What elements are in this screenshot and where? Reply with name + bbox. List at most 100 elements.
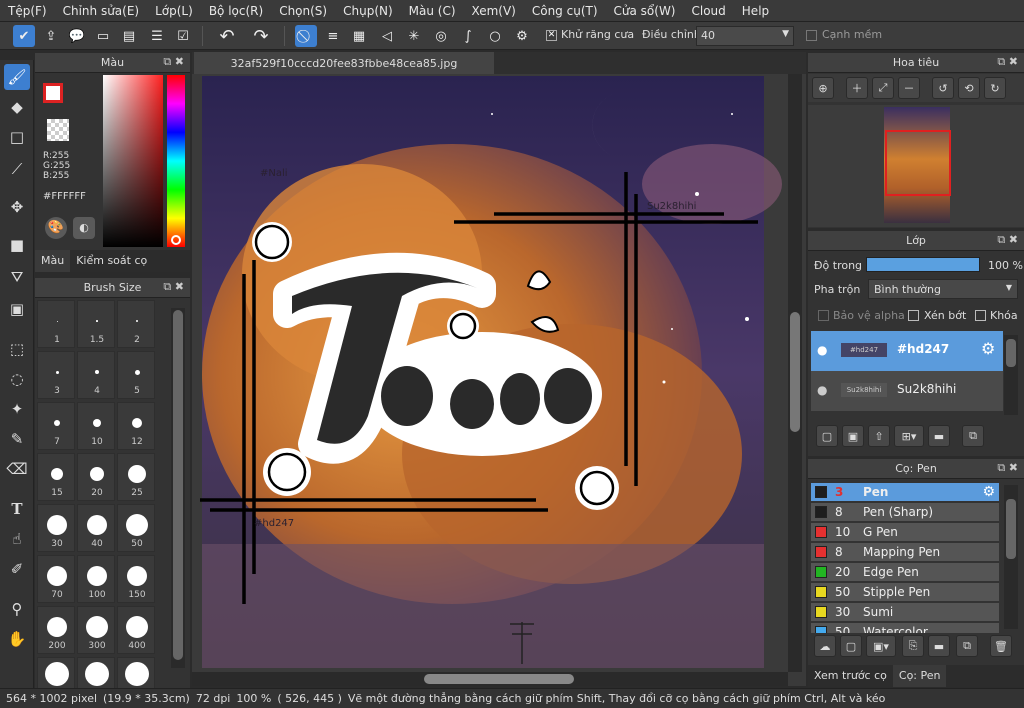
ellipse-icon[interactable]: ○ [484,25,506,47]
undo-icon[interactable]: ↶ [216,25,238,47]
menu-view[interactable]: Xem(V) [464,4,524,18]
duplicate-layer-icon[interactable]: ⧉ [962,425,984,447]
bucket-tool-icon[interactable]: ⛛ [4,264,30,290]
clip-checkbox[interactable] [908,310,919,321]
menu-file[interactable]: Tệp(F) [0,4,55,18]
close-icon[interactable]: ⧉ ✖ [163,280,184,294]
select-eraser-tool-icon[interactable]: ⌫ [4,456,30,482]
line-tool-icon[interactable]: ⟋ [4,156,30,182]
brush-size-cell[interactable]: 20 [77,453,115,501]
tab-brush-preview[interactable]: Xem trước cọ [808,665,893,687]
eyedropper-tool-icon[interactable]: ⚲ [4,596,30,622]
grid-ruler-icon[interactable]: ▦ [348,25,370,47]
navigator-preview[interactable] [808,105,1024,227]
pen-tool-icon[interactable]: ✐ [4,556,30,582]
operation-tool-icon[interactable]: ☝ [4,526,30,552]
brush-size-cell[interactable]: 400 [117,606,155,654]
trash-icon[interactable]: 🗑 [990,635,1012,657]
upload-icon[interactable]: ⇪ [40,25,62,47]
new-brush-icon[interactable]: ▢ [840,635,862,657]
message-icon[interactable]: ▭ [92,25,114,47]
pen-row[interactable]: 50 Watercolor [811,623,999,633]
scroll-thumb[interactable] [173,310,183,660]
brush-size-cell[interactable]: 70 [37,555,75,603]
brush-import-icon[interactable]: ⎘ [902,635,924,657]
brush-size-cell[interactable]: 30 [37,504,75,552]
folder-icon[interactable]: ▬ [928,425,950,447]
document-icon[interactable]: ▤ [118,25,140,47]
hue-slider[interactable] [167,75,185,247]
pen-row[interactable]: 8 Pen (Sharp) [811,503,999,522]
menu-edit[interactable]: Chỉnh sửa(E) [55,4,148,18]
pen-row[interactable]: 20 Edge Pen [811,563,999,582]
tab-color[interactable]: Màu [35,250,71,272]
brush-size-cell[interactable]: 12 [117,402,155,450]
canvas-vscrollbar[interactable] [788,74,802,672]
menu-window[interactable]: Cửa sổ(W) [606,4,684,18]
blend-dropdown[interactable]: Bình thường ▼ [868,279,1018,299]
parallel-ruler-icon[interactable]: ≡ [322,25,344,47]
brush-scrollbar[interactable] [171,308,185,668]
scroll-thumb[interactable] [424,674,574,684]
redo-icon[interactable]: ↷ [250,25,272,47]
canvas-hscrollbar[interactable] [192,672,788,686]
close-icon[interactable]: ⧉ ✖ [997,233,1018,247]
brush-menu-icon[interactable]: ▣▾ [866,635,896,657]
rectangle-tool-icon[interactable]: □ [4,124,30,150]
document-tab[interactable]: 32af529f10cccd20fee83fbbe48cea85.jpg [194,52,494,74]
brush-size-cell[interactable]: 1 [37,300,75,348]
gear-icon[interactable]: ⚙ [982,484,995,500]
opacity-slider[interactable] [866,257,980,272]
add-layer-menu-icon[interactable]: ⊞▾ [894,425,924,447]
palette-icon[interactable]: 🎨 [45,217,67,239]
foreground-color-swatch[interactable] [43,83,63,103]
soft-edge-checkbox[interactable] [806,30,817,41]
brush-size-cell[interactable]: 40 [77,504,115,552]
curve-icon[interactable]: ∫ [457,25,479,47]
menu-cloud[interactable]: Cloud [684,4,734,18]
menu-filter[interactable]: Bộ lọc(R) [201,4,271,18]
visibility-icon[interactable]: ● [817,383,827,397]
checklist-icon[interactable]: ☑ [172,25,194,47]
menu-help[interactable]: Help [734,4,777,18]
navigator-viewport[interactable] [885,130,951,196]
saturation-value-picker[interactable] [103,75,163,247]
brush-tool-icon[interactable]: 🖌 [4,64,30,90]
transparent-swatch[interactable] [47,119,69,141]
gradient-tool-icon[interactable]: ▣ [4,296,30,322]
brush-size-cell[interactable]: 3 [37,351,75,399]
eraser-tool-icon[interactable]: ◆ [4,94,30,120]
duplicate-brush-icon[interactable]: ⧉ [956,635,978,657]
lock-checkbox[interactable] [975,310,986,321]
settings-gear-icon[interactable]: ⚙ [511,25,533,47]
text-tool-icon[interactable]: T [4,496,30,522]
brush-size-cell[interactable]: 300 [77,606,115,654]
zoom-fit-icon[interactable]: ⊕ [812,77,834,99]
radial-icon[interactable]: ✳ [403,25,425,47]
chat-icon[interactable]: 💬 [66,25,88,47]
layer-scrollbar[interactable] [1004,335,1018,415]
brush-size-cell[interactable]: 4 [77,351,115,399]
new-raster-layer-icon[interactable]: ▣ [842,425,864,447]
scroll-thumb[interactable] [1006,339,1016,367]
new-layer-icon[interactable]: ▢ [816,425,838,447]
brush-size-cell[interactable]: 10 [77,402,115,450]
scroll-thumb[interactable] [790,312,800,432]
tab-pen[interactable]: Cọ: Pen [892,665,947,687]
menu-layer[interactable]: Lớp(L) [147,4,201,18]
pen-row[interactable]: 30 Sumi [811,603,999,622]
layer-row[interactable]: ● #hd247 #hd247 ⚙ [811,331,1003,371]
brush-size-cell[interactable]: 25 [117,453,155,501]
menu-tools[interactable]: Công cụ(T) [524,4,606,18]
brush-size-cell[interactable] [77,657,115,689]
brush-size-cell[interactable]: 50 [117,504,155,552]
folder-icon[interactable]: ▬ [928,635,950,657]
perspective-icon[interactable]: ◁ [376,25,398,47]
zoom-out-icon[interactable]: － [898,77,920,99]
cloud-brush-icon[interactable]: ☁ [814,635,836,657]
zoom-in-icon[interactable]: ＋ [846,77,868,99]
move-tool-icon[interactable]: ✥ [4,194,30,220]
pen-row[interactable]: 10 G Pen [811,523,999,542]
pen-row[interactable]: 50 Stipple Pen [811,583,999,602]
scroll-thumb[interactable] [1006,499,1016,559]
